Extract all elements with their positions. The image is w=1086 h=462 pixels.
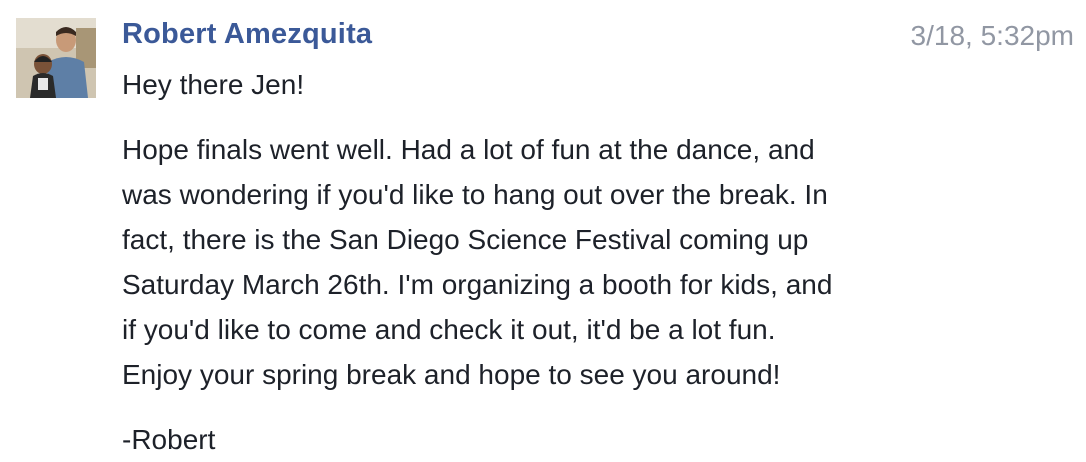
greeting-text: Hey there Jen! — [122, 69, 305, 100]
profile-photo-icon — [16, 18, 96, 98]
message-line: Enjoy your spring break and hope to see … — [122, 359, 781, 390]
sender-name[interactable]: Robert Amezquita — [122, 16, 372, 52]
message-body: Hey there Jen! Hope finals went well. Ha… — [122, 62, 1022, 462]
message-timestamp: 3/18, 5:32pm — [910, 20, 1074, 51]
message-line: if you'd like to come and check it out, … — [122, 314, 776, 345]
chat-message: Robert Amezquita 3/18, 5:32pm Hey there … — [0, 0, 1086, 462]
signature-text: -Robert — [122, 424, 216, 455]
message-line: Saturday March 26th. I'm organizing a bo… — [122, 269, 833, 300]
message-line: fact, there is the San Diego Science Fes… — [122, 224, 809, 255]
message-line: Hope finals went well. Had a lot of fun … — [122, 134, 815, 165]
message-paragraph: Hope finals went well. Had a lot of fun … — [122, 127, 1022, 397]
avatar[interactable] — [16, 18, 96, 98]
message-line: was wondering if you'd like to hang out … — [122, 179, 828, 210]
